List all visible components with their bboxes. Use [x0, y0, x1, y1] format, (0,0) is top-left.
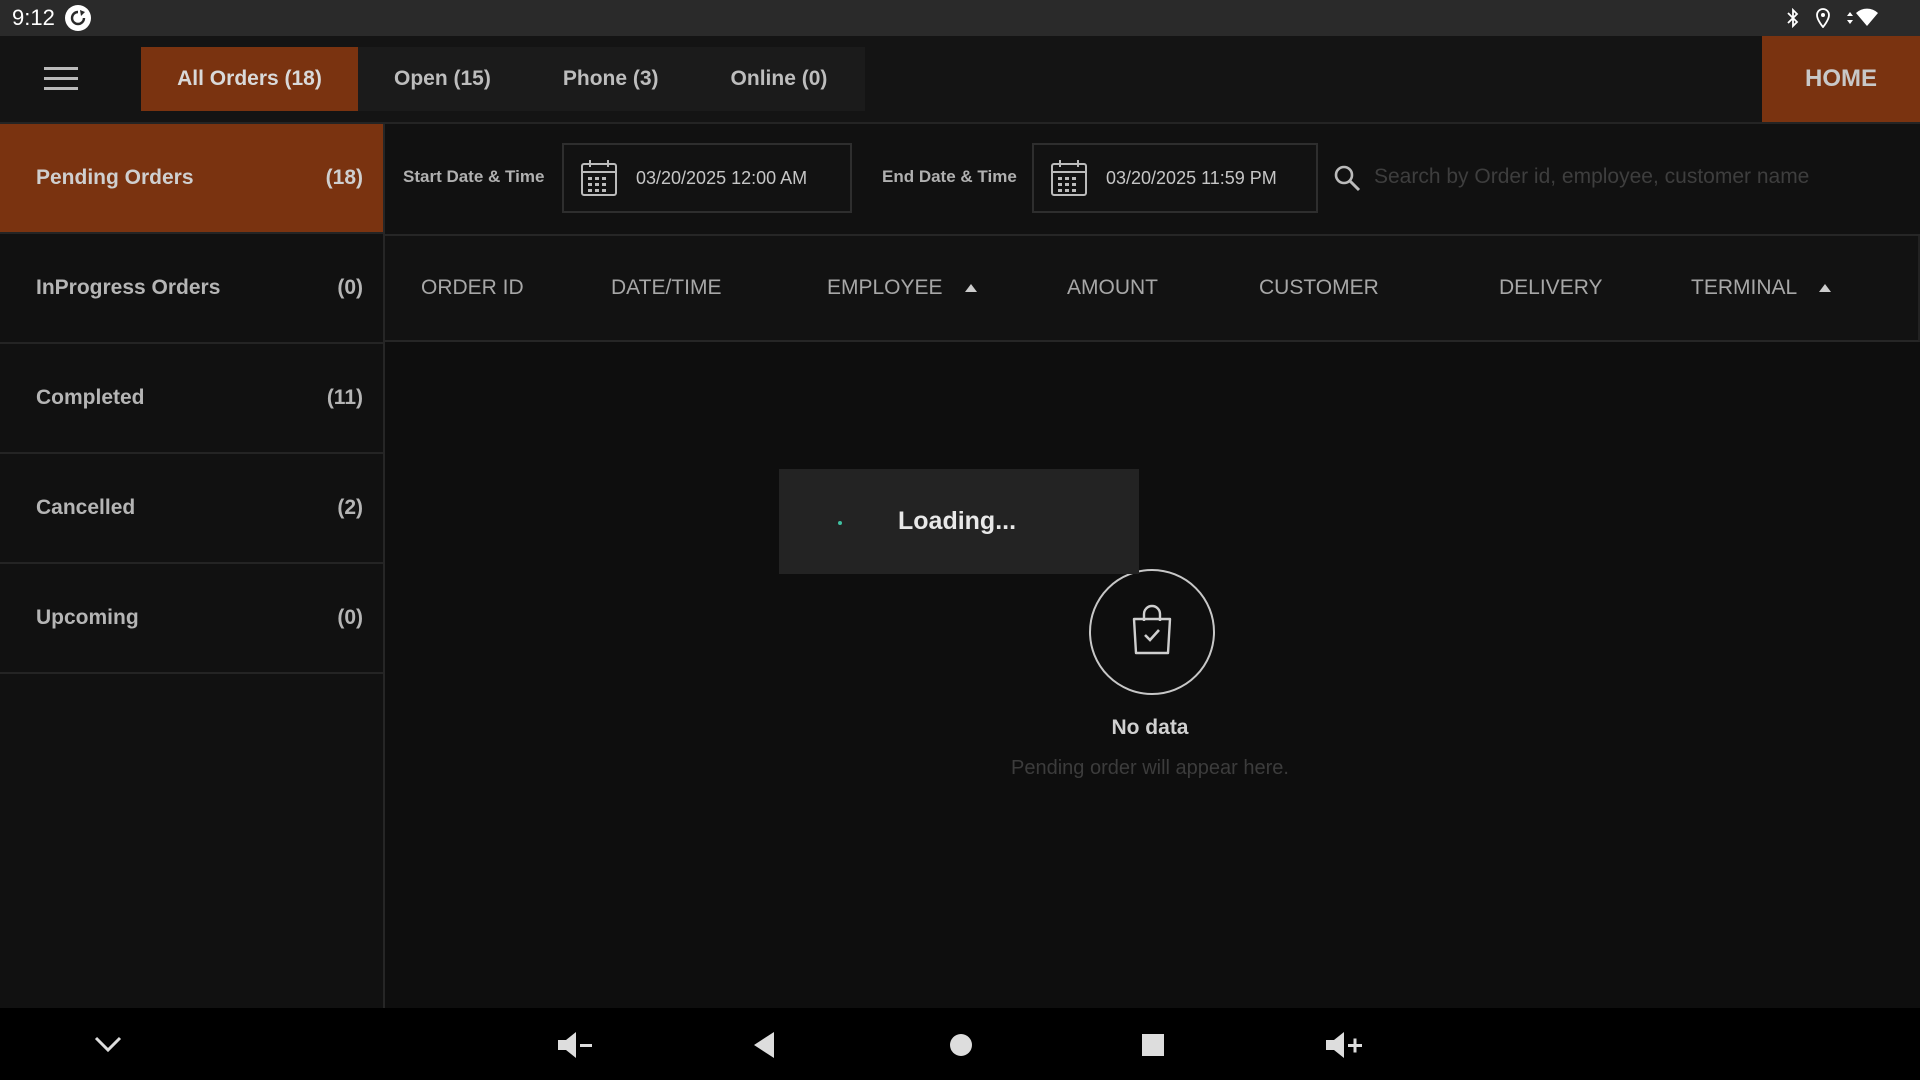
empty-state-circle: [1089, 569, 1215, 695]
sidebar-item-label: Cancelled: [36, 496, 136, 519]
column-order-id[interactable]: ORDER ID: [421, 276, 524, 300]
home-circle-icon[interactable]: [946, 1030, 976, 1060]
column-employee[interactable]: EMPLOYEE: [827, 276, 977, 300]
loading-spinner-icon: [837, 518, 845, 526]
end-date-label: End Date & Time: [882, 167, 1017, 186]
status-bar: 9:12: [0, 0, 1920, 36]
order-type-tabs: All Orders (18) Open (15) Phone (3) Onli…: [141, 47, 865, 111]
sidebar-item-label: Upcoming: [36, 606, 139, 629]
system-nav-bar: [0, 1008, 1920, 1080]
sort-ascending-icon: [1819, 284, 1832, 292]
tab-all-orders[interactable]: All Orders (18): [141, 47, 358, 111]
tab-phone[interactable]: Phone (3): [527, 47, 695, 111]
column-terminal[interactable]: TERMINAL: [1691, 276, 1832, 300]
sidebar-item-count: (11): [326, 386, 363, 409]
home-button[interactable]: HOME: [1762, 36, 1920, 122]
hamburger-menu-icon[interactable]: [44, 66, 80, 97]
status-time: 9:12: [12, 5, 55, 30]
column-delivery[interactable]: DELIVERY: [1499, 276, 1603, 300]
sync-icon: [64, 5, 91, 31]
empty-state-subtitle: Pending order will appear here.: [1011, 757, 1289, 779]
sidebar-item-label: InProgress Orders: [36, 276, 221, 299]
search-input[interactable]: [1372, 154, 1896, 200]
loading-dialog: Loading...: [779, 469, 1139, 574]
sort-ascending-icon: [964, 284, 977, 292]
tab-online[interactable]: Online (0): [695, 47, 864, 111]
filter-bar: Start Date & Time 03/20/2025 12:00 AM En…: [385, 124, 1920, 236]
shopping-bag-check-icon: [1129, 603, 1175, 662]
sidebar-item-cancelled[interactable]: Cancelled (2): [0, 454, 383, 564]
end-date-value: 03/20/2025 11:59 PM: [1106, 167, 1277, 188]
column-date-time[interactable]: DATE/TIME: [611, 276, 721, 300]
back-icon[interactable]: [752, 1030, 778, 1060]
column-customer[interactable]: CUSTOMER: [1259, 276, 1379, 300]
wifi-icon: [1846, 8, 1880, 28]
sidebar-item-upcoming[interactable]: Upcoming (0): [0, 564, 383, 674]
sidebar-item-completed[interactable]: Completed (11): [0, 344, 383, 454]
start-date-label: Start Date & Time: [403, 167, 545, 186]
sidebar-item-label: Pending Orders: [36, 166, 194, 189]
sidebar-item-count: (18): [325, 166, 363, 189]
sidebar-item-inprogress[interactable]: InProgress Orders (0): [0, 234, 383, 344]
search-icon[interactable]: [1333, 164, 1361, 197]
order-status-sidebar: Pending Orders (18) InProgress Orders (0…: [0, 124, 385, 1008]
start-date-value: 03/20/2025 12:00 AM: [636, 167, 808, 188]
sidebar-item-count: (2): [337, 496, 363, 519]
orders-table-header: ORDER ID DATE/TIME EMPLOYEE AMOUNT CUSTO…: [385, 236, 1920, 342]
bluetooth-icon: [1786, 8, 1800, 28]
loading-text: Loading...: [898, 507, 1017, 535]
top-bar: All Orders (18) Open (15) Phone (3) Onli…: [0, 36, 1920, 124]
start-date-picker[interactable]: 03/20/2025 12:00 AM: [562, 143, 852, 213]
tab-open[interactable]: Open (15): [358, 47, 527, 111]
location-icon: [1816, 8, 1830, 28]
sidebar-item-pending[interactable]: Pending Orders (18): [0, 124, 383, 234]
chevron-down-icon[interactable]: [92, 1030, 124, 1058]
volume-down-icon[interactable]: [556, 1030, 596, 1060]
sidebar-item-label: Completed: [36, 386, 145, 409]
volume-up-icon[interactable]: [1324, 1030, 1364, 1060]
calendar-icon: [580, 159, 618, 197]
calendar-icon: [1050, 159, 1088, 197]
recent-apps-icon[interactable]: [1138, 1030, 1168, 1060]
sidebar-item-count: (0): [337, 276, 363, 299]
end-date-picker[interactable]: 03/20/2025 11:59 PM: [1032, 143, 1318, 213]
empty-state-title: No data: [1111, 716, 1189, 739]
sidebar-item-count: (0): [337, 606, 363, 629]
column-amount[interactable]: AMOUNT: [1067, 276, 1158, 300]
